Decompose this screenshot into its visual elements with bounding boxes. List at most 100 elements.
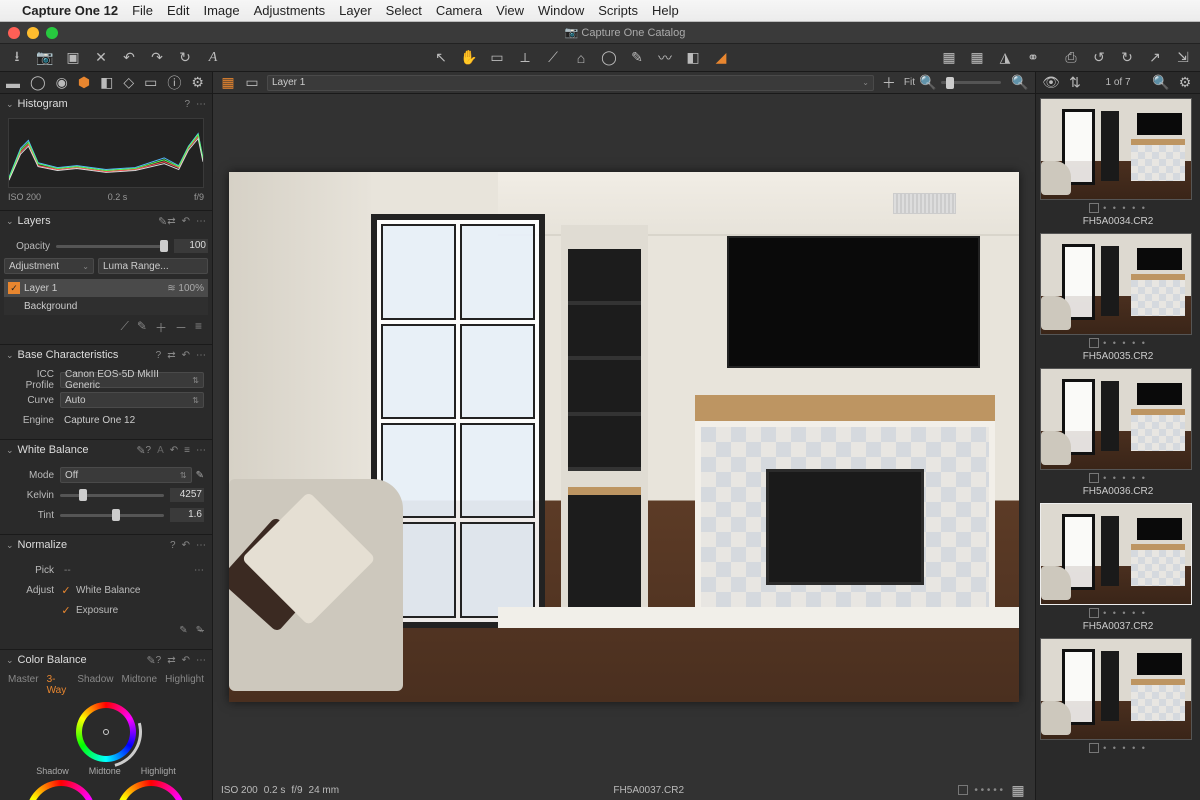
annotate-icon[interactable]: A	[204, 49, 222, 67]
spot-icon[interactable]: ◯	[600, 49, 618, 67]
color-tag[interactable]	[1089, 608, 1099, 618]
folder-icon[interactable]: ▣	[64, 49, 82, 67]
opacity-value[interactable]: 100	[174, 239, 208, 253]
single-view-icon[interactable]: ▭	[243, 74, 261, 92]
reset-icon[interactable]: ↶	[182, 216, 190, 227]
loupe-icon[interactable]: ▭	[488, 49, 506, 67]
minimize-icon[interactable]	[27, 27, 39, 39]
menu-layer[interactable]: Layer	[339, 3, 372, 18]
highlight-wheel[interactable]	[116, 780, 186, 800]
color-tag[interactable]	[1089, 338, 1099, 348]
reset-icon[interactable]: ↻	[176, 49, 194, 67]
histogram-header[interactable]: ⌄Histogram ?⋯	[0, 94, 212, 114]
check-icon[interactable]: ✓	[8, 282, 20, 294]
close-icon[interactable]	[8, 27, 20, 39]
zoom-slider[interactable]	[941, 76, 1001, 90]
menu-select[interactable]: Select	[386, 3, 422, 18]
layer-item[interactable]: Background	[4, 297, 208, 315]
menu-window[interactable]: Window	[538, 3, 584, 18]
layer-item[interactable]: ✓ Layer 1 ≋ 100%	[4, 279, 208, 297]
undo-icon[interactable]: ↶	[120, 49, 138, 67]
menu-icon[interactable]: ⋯	[196, 99, 206, 110]
wb-mode-select[interactable]: Off⇅	[60, 467, 192, 483]
multi-view-icon[interactable]: ▦	[219, 74, 237, 92]
cursor-icon[interactable]: ↖	[432, 49, 450, 67]
thumbnail-item[interactable]: • • • • •FH5A0036.CR2	[1040, 368, 1196, 497]
eye-icon[interactable]: 👁	[1042, 74, 1060, 92]
cb-tab-midtone[interactable]: Midtone	[122, 674, 158, 696]
menu-view[interactable]: View	[496, 3, 524, 18]
menu-icon[interactable]: ⋯	[196, 216, 206, 227]
fit-label[interactable]: Fit	[904, 77, 915, 88]
color-tag[interactable]	[958, 785, 968, 795]
thumbnail-item[interactable]: • • • • •	[1040, 638, 1196, 756]
rating-dots[interactable]: • • • • •	[1103, 338, 1147, 348]
midtone-wheel[interactable]	[76, 702, 136, 762]
menu-file[interactable]: File	[132, 3, 153, 18]
normalize-header[interactable]: ⌄Normalize ?↶⋯	[0, 535, 212, 555]
remove-layer-icon[interactable]: －	[175, 319, 187, 336]
cb-tab-3way[interactable]: 3-Way	[47, 674, 70, 696]
menu-edit[interactable]: Edit	[167, 3, 189, 18]
brush-icon[interactable]: 〰	[656, 49, 674, 67]
base-char-header[interactable]: ⌄Base Characteristics ?⇄↶⋯	[0, 345, 212, 365]
menu-image[interactable]: Image	[203, 3, 239, 18]
add-layer-icon[interactable]: ＋	[155, 319, 167, 336]
tint-value[interactable]: 1.6	[170, 508, 204, 522]
picker-icon[interactable]: ✎	[179, 625, 187, 636]
luma-range-button[interactable]: Luma Range...	[98, 258, 208, 274]
thumbnail-item[interactable]: • • • • •FH5A0034.CR2	[1040, 98, 1196, 227]
hand-icon[interactable]: ✋	[460, 49, 478, 67]
keystone-icon[interactable]: ⌂	[572, 49, 590, 67]
process-icon[interactable]: ↗	[1146, 49, 1164, 67]
import-icon[interactable]: ⭳	[8, 49, 26, 67]
capture-icon[interactable]: 📷	[36, 49, 54, 67]
rating-dots[interactable]: • • • • •	[1103, 743, 1147, 753]
details-tab-icon[interactable]: ◇	[123, 74, 134, 92]
opacity-slider[interactable]	[56, 239, 168, 253]
copy-icon[interactable]: ⇄	[167, 216, 175, 227]
layers-header[interactable]: ⌄Layers✎ ⇄↶⋯	[0, 211, 212, 231]
color-tag[interactable]	[1089, 473, 1099, 483]
app-name[interactable]: Capture One 12	[22, 3, 118, 18]
cb-tab-highlight[interactable]: Highlight	[165, 674, 204, 696]
kelvin-value[interactable]: 4257	[170, 488, 204, 502]
focus-mask-icon[interactable]: ◮	[996, 49, 1014, 67]
check-icon[interactable]: ✓	[60, 584, 72, 596]
rating-dots[interactable]: • • • • •	[1103, 473, 1147, 483]
color-tab-icon[interactable]: ⬢	[78, 74, 90, 92]
apply-icon[interactable]: ✎̶	[196, 625, 204, 636]
exposure-tab-icon[interactable]: ◧	[100, 74, 113, 92]
metadata-tab-icon[interactable]: ⓘ	[167, 74, 181, 92]
exposure-warn-icon[interactable]: ▦	[940, 49, 958, 67]
preview-icon[interactable]: ⚭	[1024, 49, 1042, 67]
add-icon[interactable]: ＋	[880, 74, 898, 92]
print-icon[interactable]: ⎙	[1062, 49, 1080, 67]
check-icon[interactable]: ✓	[60, 604, 72, 616]
sort-icon[interactable]: ⇅	[1066, 74, 1084, 92]
edit-with-icon[interactable]: ⇲	[1174, 49, 1192, 67]
kelvin-slider[interactable]	[60, 488, 164, 502]
wb-picker-icon[interactable]: ✎	[196, 470, 204, 481]
output-tab-icon[interactable]: ⚙	[191, 74, 204, 92]
brush-icon[interactable]: ⟋	[120, 319, 128, 336]
lens-tab-icon[interactable]: ◉	[56, 74, 68, 92]
filter-icon[interactable]: ⚙	[1176, 74, 1194, 92]
delete-icon[interactable]: ✕	[92, 49, 110, 67]
color-tag[interactable]	[1089, 203, 1099, 213]
image-canvas[interactable]	[213, 94, 1035, 780]
variant-icon[interactable]: ▦	[1009, 781, 1027, 799]
thumbnail-item[interactable]: • • • • •FH5A0037.CR2	[1040, 503, 1196, 632]
rating-dots[interactable]: • • • • •	[1103, 608, 1147, 618]
straighten-icon[interactable]: ⟋	[544, 49, 562, 67]
curve-select[interactable]: Auto⇅	[60, 392, 204, 408]
tint-slider[interactable]	[60, 508, 164, 522]
library-tab-icon[interactable]: ▬	[6, 74, 20, 92]
thumbnail-item[interactable]: • • • • •FH5A0035.CR2	[1040, 233, 1196, 362]
menu-camera[interactable]: Camera	[436, 3, 482, 18]
redo-icon[interactable]: ↷	[148, 49, 166, 67]
cb-tab-master[interactable]: Master	[8, 674, 39, 696]
eyedropper-icon[interactable]: ✎	[628, 49, 646, 67]
eraser-icon[interactable]: ✎	[137, 319, 147, 336]
search-icon[interactable]: 🔍	[1152, 74, 1170, 92]
